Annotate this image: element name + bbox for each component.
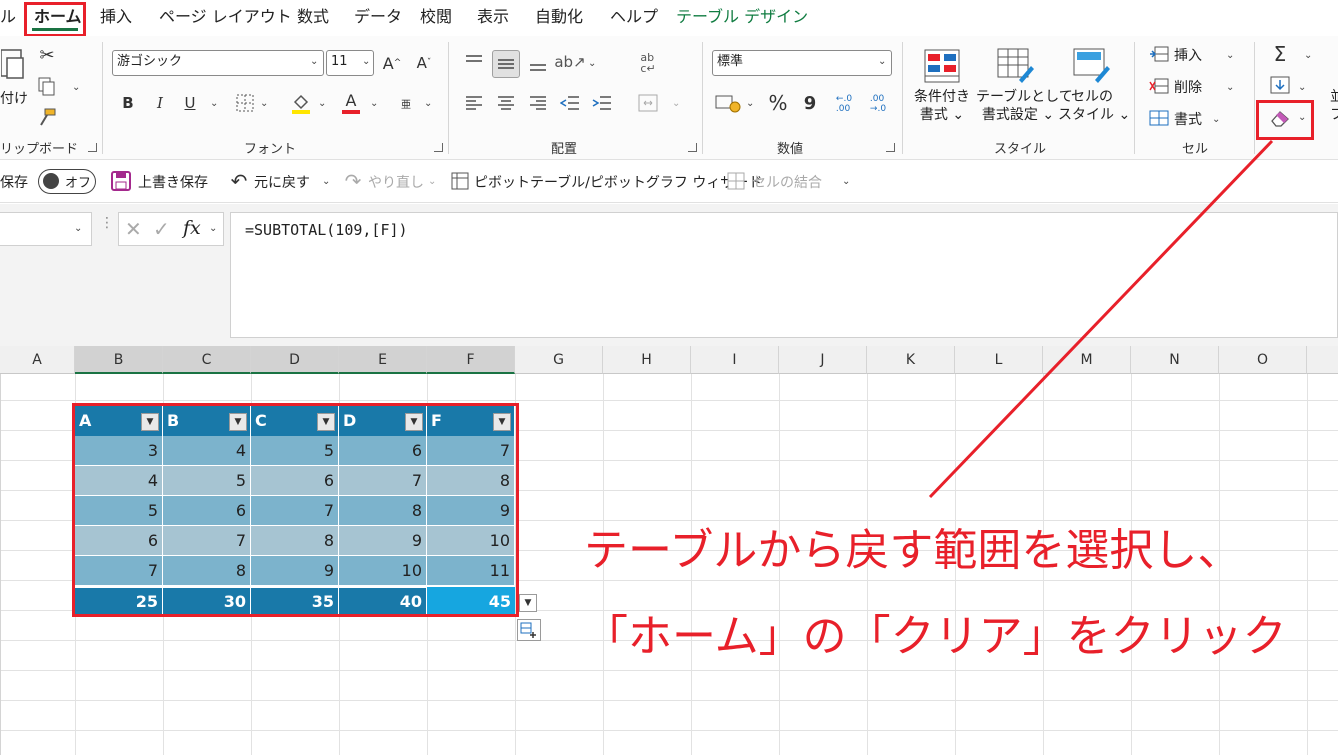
annotation-line1: テーブルから戻す範囲を選択し、 [584, 525, 1242, 576]
annotation-line [928, 139, 1274, 499]
annotation-line2: 「ホーム」の「クリア」をクリック [584, 611, 1287, 662]
